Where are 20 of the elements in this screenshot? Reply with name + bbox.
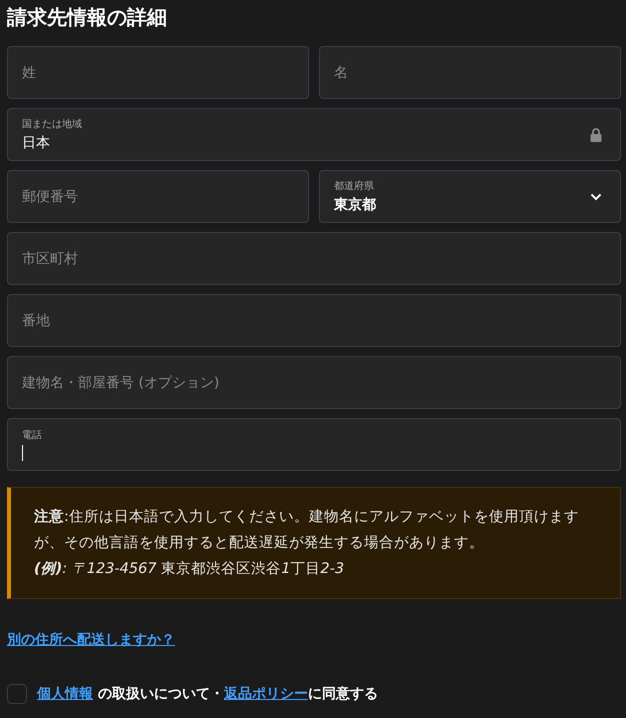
checkbox[interactable] bbox=[7, 684, 27, 704]
lock-icon bbox=[590, 128, 602, 142]
input-field[interactable]: 建物名・部屋番号 (オプション) bbox=[7, 356, 621, 409]
select-field[interactable]: 都道府県 東京都 bbox=[319, 170, 621, 223]
input-field[interactable]: 番地 bbox=[7, 294, 621, 347]
policy-link[interactable]: 個人情報 bbox=[37, 686, 93, 702]
form-heading: 請求先情報の詳細 bbox=[7, 4, 168, 31]
input-field[interactable]: 国または地域 日本 bbox=[7, 108, 621, 161]
input-field[interactable]: 名 bbox=[319, 46, 621, 99]
example-text: (例): 〒123-4567 東京都渋谷区渋谷1丁目 2-3 bbox=[34, 560, 346, 579]
agreement-text: 個人情報 の取扱いについて・返品ポリシーに同意する bbox=[37, 685, 378, 703]
notice-text: 注意:住所は日本語で入力してください。建物名にアルファベットを使用頂けますが、その他言語を使用すると配送遅延が発生する場合があります。 bbox=[34, 508, 580, 553]
chevron-down-icon bbox=[590, 192, 602, 200]
input-field[interactable]: 市区町村 bbox=[7, 232, 621, 285]
policy-link[interactable]: 返品ポリシー bbox=[224, 686, 308, 702]
ship-elsewhere-link[interactable]: 別の住所へ配送しますか？ bbox=[7, 631, 175, 649]
text-cursor bbox=[22, 445, 23, 461]
input-field[interactable]: 姓 bbox=[7, 46, 309, 99]
input-field[interactable]: 郵便番号 bbox=[7, 170, 309, 223]
input-field[interactable]: 電話 bbox=[7, 418, 621, 471]
